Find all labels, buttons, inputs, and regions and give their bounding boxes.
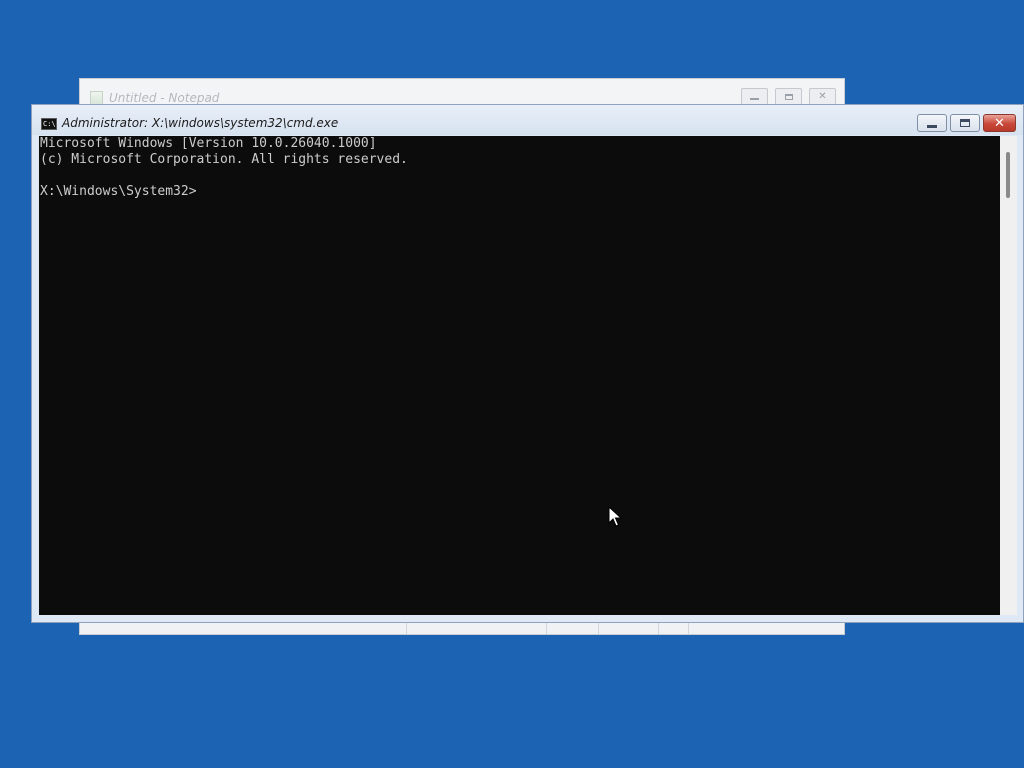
maximize-icon	[960, 119, 970, 127]
cmd-maximize-button[interactable]	[950, 114, 980, 132]
console-line: Microsoft Windows [Version 10.0.26040.10…	[40, 136, 377, 151]
console-scrollbar[interactable]	[1000, 136, 1017, 615]
notepad-minimize-button[interactable]	[741, 88, 768, 105]
notepad-window-controls: ✕	[734, 88, 836, 105]
notepad-maximize-button[interactable]	[775, 88, 802, 105]
notepad-icon	[90, 91, 103, 105]
console-output[interactable]: Microsoft Windows [Version 10.0.26040.10…	[39, 136, 1000, 615]
scrollbar-thumb[interactable]	[1006, 152, 1010, 198]
notepad-title: Untitled - Notepad	[109, 91, 220, 105]
status-divider	[658, 622, 659, 634]
console-line: (c) Microsoft Corporation. All rights re…	[40, 152, 408, 167]
cmd-titlebar[interactable]: C:\ Administrator: X:\windows\system32\c…	[32, 105, 1023, 135]
minimize-icon	[927, 124, 937, 128]
status-divider	[546, 622, 547, 634]
command-prompt[interactable]: X:\Windows\System32>	[40, 184, 1000, 200]
close-icon: ✕	[818, 91, 827, 102]
cmd-minimize-button[interactable]	[917, 114, 947, 132]
status-divider	[406, 622, 407, 634]
cmd-window-title: Administrator: X:\windows\system32\cmd.e…	[62, 116, 339, 130]
cmd-window-controls: ✕	[914, 114, 1016, 132]
maximize-icon	[784, 93, 793, 100]
close-icon: ✕	[994, 115, 1005, 131]
cmd-window[interactable]: C:\ Administrator: X:\windows\system32\c…	[31, 104, 1024, 623]
cmd-close-button[interactable]: ✕	[983, 114, 1016, 132]
arrow-pointer-icon	[608, 506, 622, 527]
status-divider	[598, 622, 599, 634]
minimize-icon	[750, 98, 759, 100]
cmd-app-icon: C:\	[41, 118, 57, 130]
notepad-close-button[interactable]: ✕	[809, 88, 836, 105]
status-divider	[688, 622, 689, 634]
